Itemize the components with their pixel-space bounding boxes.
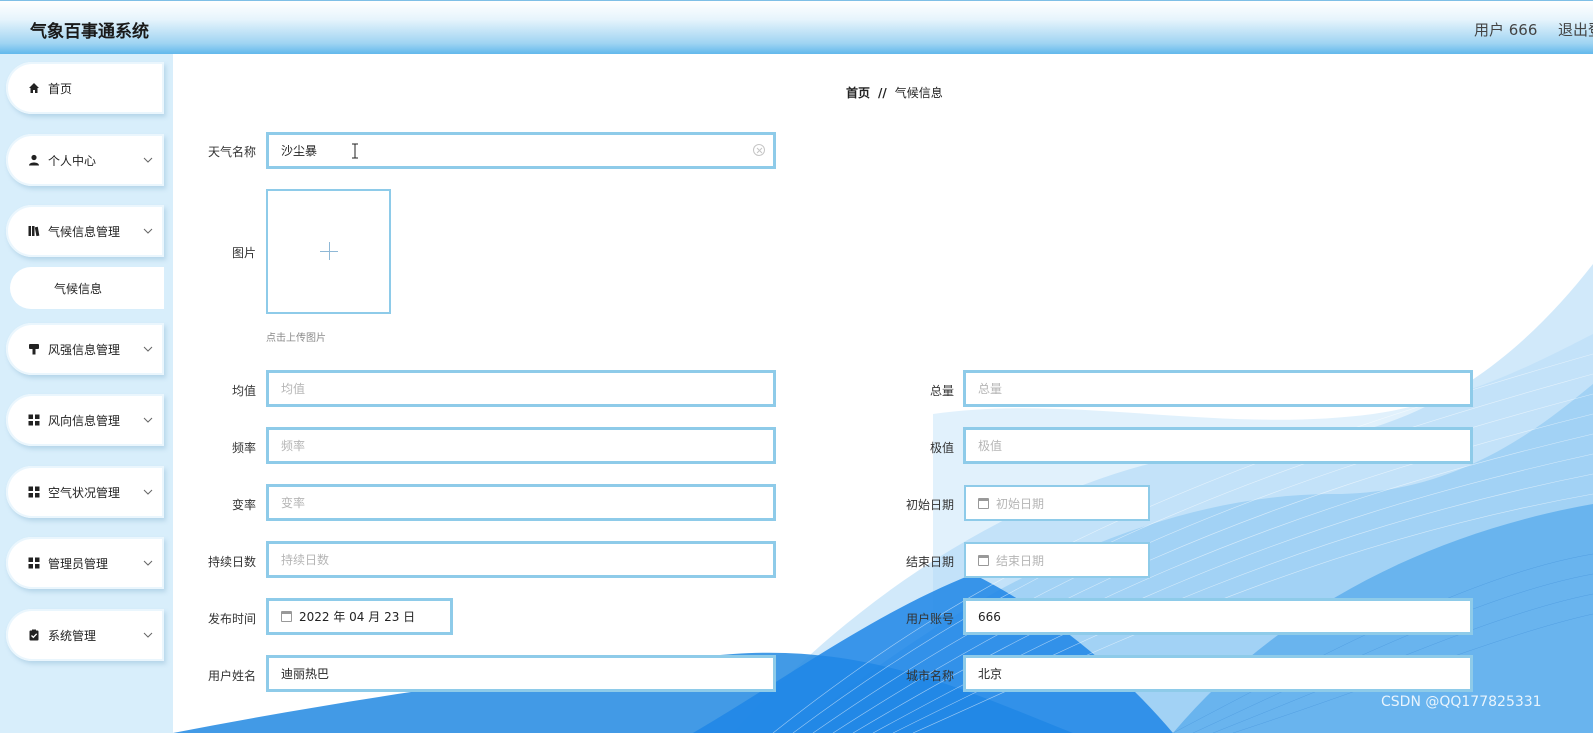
grid-icon [28, 486, 40, 498]
chevron-down-icon [143, 157, 153, 163]
sidebar-item-label: 风向信息管理 [48, 413, 121, 428]
total-label: 总量 [929, 384, 954, 398]
logout-link[interactable]: 退出登录 [1558, 19, 1593, 40]
user-icon [28, 154, 40, 166]
total-input[interactable]: 总量 [963, 370, 1473, 407]
sidebar-item-label: 首页 [48, 81, 73, 96]
sidebar-item-label: 个人中心 [48, 153, 97, 168]
user-account-input[interactable]: 666 [963, 598, 1473, 635]
breadcrumb-home[interactable]: 首页 [846, 86, 870, 100]
sidebar-item-system-management[interactable]: 系统管理 [6, 609, 164, 661]
books-icon [28, 225, 40, 237]
extreme-label: 极值 [929, 441, 954, 455]
publish-time-label: 发布时间 [207, 612, 256, 626]
chevron-down-icon [143, 632, 153, 638]
sidebar-item-personal-center[interactable]: 个人中心 [6, 134, 164, 186]
start-date-placeholder: 初始日期 [996, 496, 1045, 511]
sidebar-item-home[interactable]: 首页 [6, 62, 164, 114]
weather-name-value: 沙尘暴 [281, 144, 318, 158]
chevron-down-icon [143, 228, 153, 234]
end-date-placeholder: 结束日期 [996, 553, 1045, 568]
city-name-input[interactable]: 北京 [963, 655, 1473, 692]
calendar-icon [978, 497, 989, 509]
grid-icon [28, 414, 40, 426]
brush-icon [28, 343, 40, 355]
sidebar-subitem-label: 气候信息 [54, 281, 103, 296]
extreme-input[interactable]: 极值 [963, 427, 1473, 464]
calendar-icon [281, 611, 292, 622]
variability-input[interactable]: 变率 [266, 484, 776, 521]
frequency-input[interactable]: 频率 [266, 427, 776, 464]
user-account-label: 用户账号 [905, 612, 954, 626]
duration-days-label: 持续日数 [207, 555, 256, 569]
image-upload-box[interactable] [266, 189, 391, 314]
sidebar: 首页 个人中心 气候信息管理 气候信息 风强信息管理 风向信息管理 空气状况管理… [0, 54, 173, 733]
breadcrumb-separator: // [878, 86, 887, 100]
sidebar-item-climate-management[interactable]: 气候信息管理 [6, 205, 164, 257]
chevron-down-icon [143, 346, 153, 352]
sidebar-item-air-quality-management[interactable]: 空气状况管理 [6, 466, 164, 518]
duration-days-input[interactable]: 持续日数 [266, 541, 776, 578]
app-title: 气象百事通系统 [30, 22, 149, 42]
weather-name-label: 天气名称 [207, 145, 256, 159]
top-bar: 气象百事通系统 用户 666 退出登录 [0, 0, 1593, 54]
calendar-icon [978, 554, 989, 566]
chevron-down-icon [143, 417, 153, 423]
text-cursor-icon [352, 143, 358, 159]
grid-icon [28, 557, 40, 569]
publish-time-picker[interactable]: 2022 年 04 月 23 日 [266, 598, 453, 635]
frequency-label: 频率 [231, 441, 256, 455]
clear-icon[interactable] [753, 144, 765, 156]
user-label: 用户 666 [1474, 21, 1538, 39]
sidebar-item-wind-strength-management[interactable]: 风强信息管理 [6, 323, 164, 375]
mean-input[interactable]: 均值 [266, 370, 776, 407]
sidebar-item-label: 风强信息管理 [48, 342, 121, 357]
sidebar-item-label: 气候信息管理 [48, 224, 121, 239]
variability-label: 变率 [231, 498, 256, 512]
end-date-picker[interactable]: 结束日期 [964, 542, 1150, 578]
home-icon [28, 82, 40, 94]
start-date-label: 初始日期 [905, 498, 954, 512]
user-name-label: 用户姓名 [207, 669, 256, 683]
weather-name-input[interactable]: 沙尘暴 [266, 132, 776, 169]
watermark: CSDN @QQ177825331 [1381, 694, 1542, 710]
image-label: 图片 [231, 246, 256, 260]
sidebar-item-wind-direction-management[interactable]: 风向信息管理 [6, 394, 164, 446]
sidebar-item-label: 空气状况管理 [48, 485, 121, 500]
sidebar-item-label: 管理员管理 [48, 556, 109, 571]
city-name-label: 城市名称 [905, 669, 954, 683]
breadcrumb-current: 气候信息 [894, 86, 943, 100]
chevron-down-icon [143, 560, 153, 566]
upload-hint: 点击上传图片 [266, 333, 326, 344]
clipboard-check-icon [28, 629, 40, 641]
chevron-down-icon [143, 489, 153, 495]
user-name-input[interactable]: 迪丽热巴 [266, 655, 776, 692]
sidebar-subitem-climate-info[interactable]: 气候信息 [10, 267, 164, 309]
breadcrumb: 首页 // 气候信息 [846, 84, 943, 101]
main-content: 首页//气候信息 天气名称 沙尘暴 图片 点击上传图片 均值 均值 总量 总量 … [173, 54, 1593, 733]
sidebar-item-label: 系统管理 [48, 628, 97, 643]
end-date-label: 结束日期 [905, 555, 954, 569]
mean-label: 均值 [231, 384, 256, 398]
publish-time-value: 2022 年 04 月 23 日 [299, 610, 416, 624]
sidebar-item-admin-management[interactable]: 管理员管理 [6, 537, 164, 589]
start-date-picker[interactable]: 初始日期 [964, 485, 1150, 521]
